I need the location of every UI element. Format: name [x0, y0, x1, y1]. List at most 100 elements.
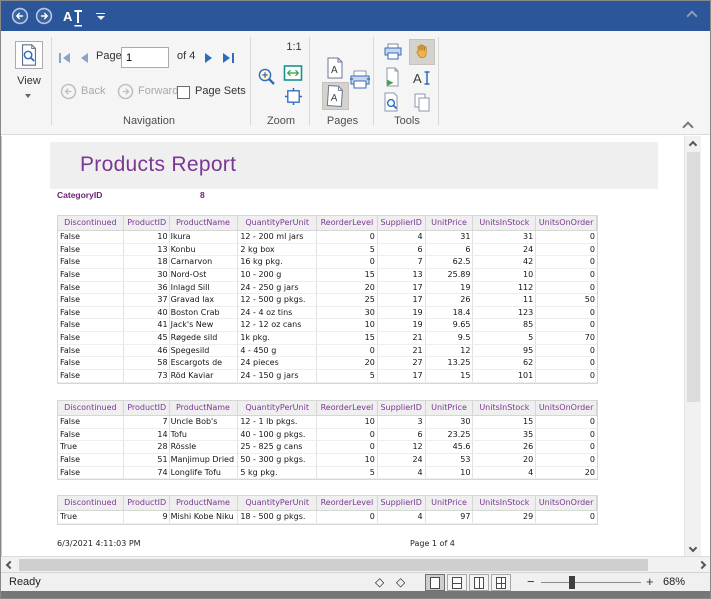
table-row: False36Inlagd Sill24 - 250 g jars2017191… — [58, 282, 597, 295]
table-cell: Konbu — [170, 244, 239, 256]
table-cell: Ikura — [170, 231, 239, 243]
titlebar-collapse-icon[interactable] — [686, 10, 697, 21]
table-cell: Jack's New — [170, 319, 239, 331]
header-cell: Discontinued — [58, 216, 124, 230]
table-row: True28Rössle25 - 825 g cans01245.6260 — [58, 441, 597, 454]
single-page-view-button[interactable]: A — [326, 57, 344, 79]
facing-pages-view-button[interactable]: A — [326, 85, 344, 107]
ribbon-collapse-icon[interactable] — [682, 121, 693, 132]
vertical-scroll-thumb[interactable] — [687, 152, 700, 402]
table-cell: 0 — [536, 345, 597, 357]
table-cell: 25 — [317, 294, 378, 306]
quick-access-dropdown-icon[interactable] — [96, 13, 105, 20]
zoom-in-button[interactable]: + — [646, 574, 654, 589]
header-cell: ProductID — [124, 496, 170, 510]
fit-page-button[interactable] — [284, 87, 303, 106]
table-cell: False — [58, 370, 124, 382]
table-cell: 3 — [378, 416, 426, 428]
ribbon-separator — [250, 37, 251, 125]
page-setup-button[interactable] — [350, 69, 370, 91]
page-number-input[interactable] — [121, 47, 169, 68]
zoom-slider-thumb[interactable] — [569, 576, 575, 589]
table-cell: 12 - 12 oz cans — [238, 319, 317, 331]
scroll-down-icon[interactable] — [689, 544, 697, 552]
zoom-slider-track[interactable] — [541, 582, 641, 583]
header-cell: ProductName — [170, 216, 239, 230]
view-button[interactable] — [15, 41, 43, 69]
view-dropdown-arrow-icon[interactable] — [25, 94, 31, 98]
table-cell: 12 — [378, 441, 426, 453]
next-page-button[interactable] — [203, 52, 214, 64]
table-row: False58Escargots de24 pieces202713.25620 — [58, 357, 597, 370]
search-document-button[interactable] — [382, 92, 400, 112]
table-cell: 6 — [426, 244, 474, 256]
two-page-layout-button[interactable] — [469, 574, 489, 591]
table-cell: 5 — [317, 467, 378, 479]
text-edit-tool-icon[interactable]: A — [63, 9, 82, 24]
table-cell: 11 — [473, 294, 536, 306]
table-cell: 24 pieces — [238, 357, 317, 369]
table-cell: 17 — [378, 370, 426, 382]
copy-button[interactable] — [413, 92, 431, 112]
hand-tool-button[interactable] — [413, 42, 431, 60]
first-page-button[interactable] — [58, 52, 71, 64]
back-history-button[interactable] — [60, 83, 77, 100]
table-header-row: DiscontinuedProductIDProductNameQuantity… — [58, 216, 597, 231]
header-cell: ReorderLevel — [317, 401, 378, 415]
scroll-right-icon[interactable] — [698, 561, 706, 569]
export-document-button[interactable] — [383, 67, 401, 87]
table-cell: 0 — [317, 429, 378, 441]
table-cell: 20 — [473, 454, 536, 466]
table-cell: 45 — [124, 332, 170, 344]
table-cell: 15 — [426, 370, 474, 382]
table-cell: 13 — [378, 269, 426, 281]
table-cell: 24 — [473, 244, 536, 256]
table-row: False41Jack's New12 - 12 oz cans10199.65… — [58, 319, 597, 332]
diamond-marker-icon[interactable]: ◇ — [396, 575, 405, 589]
table-cell: 10 — [317, 454, 378, 466]
fit-width-button[interactable] — [283, 64, 303, 82]
table-cell: Boston Crab — [170, 307, 239, 319]
scroll-left-icon[interactable] — [6, 561, 14, 569]
page-sets-checkbox[interactable] — [177, 86, 190, 99]
title-bar: A — [1, 1, 710, 31]
forward-icon[interactable] — [35, 7, 53, 25]
previous-page-button[interactable] — [78, 52, 89, 64]
table-cell: 112 — [473, 282, 536, 294]
horizontal-scroll-thumb[interactable] — [19, 559, 648, 571]
group-field-value: 8 — [200, 190, 205, 200]
grid-layout-button[interactable] — [491, 574, 511, 591]
last-page-button[interactable] — [222, 52, 235, 64]
single-page-layout-button[interactable] — [425, 574, 445, 591]
diamond-marker-icon[interactable]: ◇ — [375, 575, 384, 589]
table-cell: 10 — [317, 319, 378, 331]
back-icon[interactable] — [11, 7, 29, 25]
table-cell: 53 — [426, 454, 474, 466]
table-cell: 37 — [124, 294, 170, 306]
table-cell: 95 — [473, 345, 536, 357]
table-cell: 74 — [124, 467, 170, 479]
table-cell: 15 — [473, 416, 536, 428]
zoom-magnifier-button[interactable] — [256, 67, 278, 89]
horizontal-scrollbar[interactable] — [1, 556, 711, 572]
zoom-out-button[interactable]: − — [527, 574, 535, 589]
vertical-scrollbar[interactable] — [684, 136, 701, 558]
table-cell: 24 - 150 g jars — [238, 370, 317, 382]
print-button[interactable] — [383, 42, 403, 62]
table-cell: 19 — [378, 307, 426, 319]
text-search-tool-button[interactable]: A — [412, 69, 433, 87]
table-cell: 31 — [473, 231, 536, 243]
table-cell: 9 — [124, 511, 170, 523]
table-cell: 123 — [473, 307, 536, 319]
view-button-label[interactable]: View — [1, 75, 57, 87]
table-cell: 2 kg box — [238, 244, 317, 256]
table-row: False40Boston Crab24 - 4 oz tins301918.4… — [58, 307, 597, 320]
text-cursor-glyph — [74, 10, 82, 23]
zoom-one-to-one-button[interactable]: 1:1 — [282, 41, 306, 53]
table-cell: 0 — [317, 441, 378, 453]
table-cell: 0 — [536, 370, 597, 382]
horizontal-split-layout-button[interactable] — [447, 574, 467, 591]
table-cell: 0 — [536, 357, 597, 369]
scroll-up-icon[interactable] — [689, 141, 697, 149]
forward-history-button[interactable] — [117, 83, 134, 100]
